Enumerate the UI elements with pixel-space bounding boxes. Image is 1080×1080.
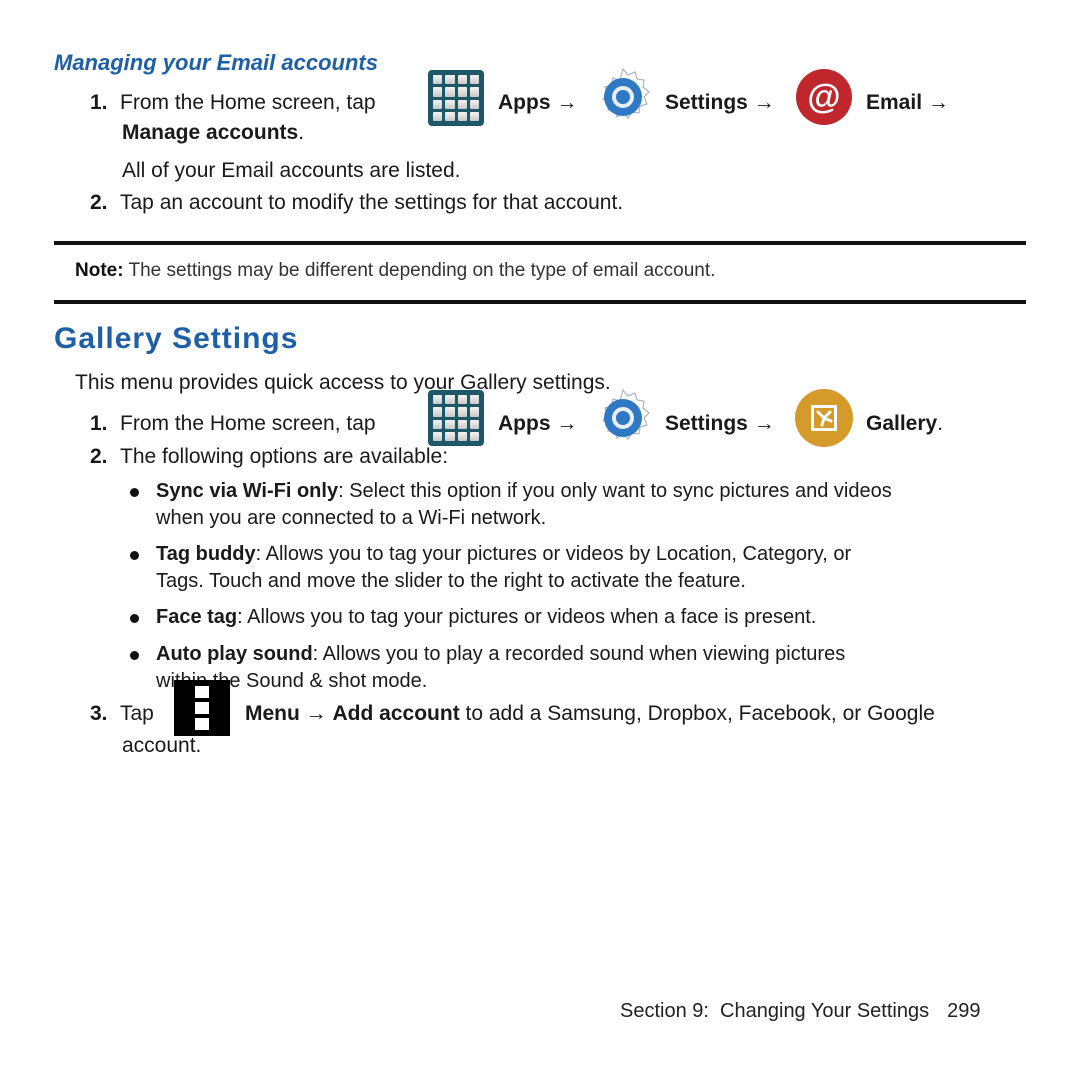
gallery-icon [795,389,853,447]
step-number: 2. [90,191,108,214]
option-term: Tag buddy [156,543,256,565]
email-section-heading: Managing your Email accounts [54,50,378,75]
gallery-label: Gallery [866,412,938,435]
note-bottom-rule [54,300,1026,304]
page-number: 299 [947,1000,981,1022]
apps-label: Apps [498,91,551,114]
add-account-label: Add account [332,702,460,725]
step-text: Tap an account to modify the settings fo… [120,191,624,214]
settings-gear-icon [592,66,654,128]
manage-accounts-label: Manage accounts [122,121,299,144]
option-auto-play-sound: Auto play sound: Allows you to play a re… [130,641,846,695]
bullet-dot [130,488,139,497]
settings-path-label: Settings → [665,411,775,437]
gallery-step-1: 1. From the Home screen, tap [90,411,376,437]
note-label: Note: [75,260,124,281]
apps-grid-icon [428,70,484,126]
gallery-section-heading: Gallery Settings [54,322,299,355]
apps-label: Apps [498,412,551,435]
note-text: The settings may be different depending … [123,260,716,281]
step-text: to add a Samsung, Dropbox, Facebook, or … [459,702,935,725]
step-text: From the Home screen, tap [120,91,376,114]
arrow: → [753,91,775,114]
gallery-path-label: Gallery. [866,411,943,437]
manage-accounts-line: Manage accounts. [122,120,304,146]
email-at-icon: @ [796,69,852,125]
apps-grid-icon [428,390,484,446]
option-tag-buddy: Tag buddy: Allows you to tag your pictur… [130,541,852,595]
gallery-intro: This menu provides quick access to your … [75,371,611,394]
step-number: 1. [90,91,108,114]
step-text: Tap [120,702,154,725]
email-path-label: Email → [866,90,949,116]
settings-label: Settings [665,412,748,435]
step-text: From the Home screen, tap [120,412,376,435]
note: Note: The settings may be different depe… [75,260,715,282]
gallery-step-2: 2. The following options are available: [90,444,448,470]
gallery-step-3: 3. Tap [90,701,154,727]
step-number: 2. [90,445,108,468]
arrow: → [556,91,578,114]
option-desc-line2: within the Sound & shot mode. [156,670,428,692]
option-desc-line2: when you are connected to a Wi-Fi networ… [156,507,547,529]
step-number: 1. [90,412,108,435]
period: . [937,412,944,435]
apps-path-label: Apps → [498,411,577,437]
page-footer: Section 9: Changing Your Settings 299 [620,1000,981,1023]
option-desc-line2: Tags. Touch and move the slider to the r… [156,570,746,592]
option-desc: : Allows you to tag your pictures or vid… [255,543,852,565]
step-text: The following options are available: [120,445,449,468]
option-desc: : Allows you to tag your pictures or vid… [237,606,817,628]
apps-path-label: Apps → [498,90,577,116]
email-step-1: 1. From the Home screen, tap [90,90,376,116]
bullet-dot [130,551,139,560]
arrow: → [556,412,578,435]
arrow: → [305,702,327,725]
menu-dots-icon [174,680,230,736]
option-desc: : Allows you to play a recorded sound wh… [312,643,846,665]
note-top-rule [54,241,1026,245]
arrow: → [753,412,775,435]
settings-label: Settings [665,91,748,114]
option-sync-via-wifi: Sync via Wi-Fi only: Select this option … [130,478,892,532]
settings-path-label: Settings → [665,90,775,116]
step-number: 3. [90,702,108,725]
option-term: Face tag [156,606,238,628]
arrow: → [927,91,949,114]
gallery-step-3-line2: account. [122,734,202,757]
menu-label: Menu [245,702,300,725]
email-step-2: 2. Tap an account to modify the settings … [90,190,623,216]
at-glyph: @ [807,77,841,116]
bullet-dot [130,651,139,660]
email-step-1-result: All of your Email accounts are listed. [122,159,461,182]
footer-section: Section 9: Changing Your Settings [620,1000,930,1022]
settings-gear-icon [592,387,654,449]
period: . [298,121,305,144]
menu-path-text: Menu → Add account to add a Samsung, Dro… [245,701,935,727]
option-term: Sync via Wi-Fi only [156,480,339,502]
option-desc: : Select this option if you only want to… [338,480,892,502]
option-term: Auto play sound [156,643,313,665]
email-label: Email [866,91,923,114]
option-face-tag: Face tag: Allows you to tag your picture… [130,604,817,631]
bullet-dot [130,614,139,623]
